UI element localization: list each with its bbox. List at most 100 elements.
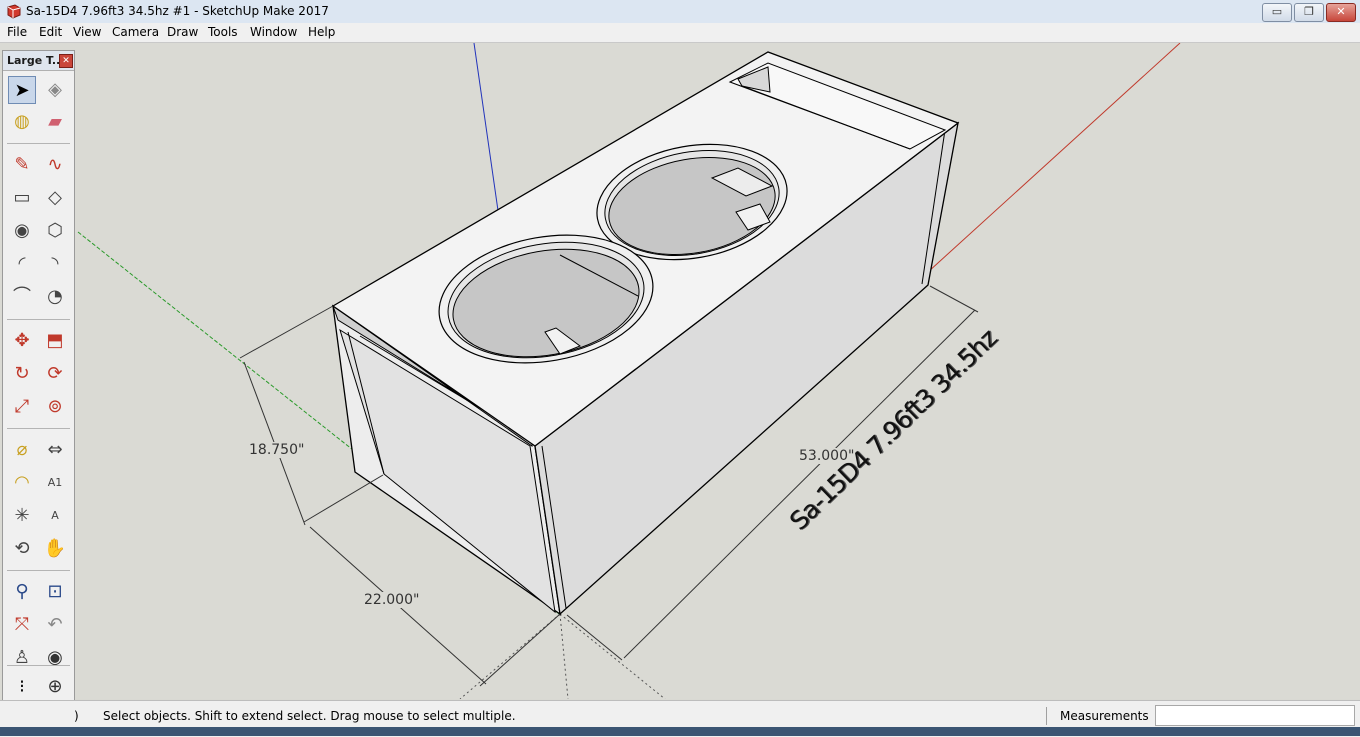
menu-file[interactable]: File [7, 25, 27, 39]
zoom-window-icon: ⊡ [47, 581, 63, 602]
protractor-icon: ◠ [14, 472, 30, 493]
menu-edit[interactable]: Edit [39, 25, 62, 39]
toolbar-title: Large T... [7, 54, 65, 67]
footprints-icon: ⁝ [19, 676, 25, 697]
toolbar-separator [7, 143, 70, 144]
push-pull-icon: ⬒ [46, 330, 64, 351]
rotated-rectangle-tool[interactable]: ◇ [41, 184, 69, 212]
section-plane-tool[interactable]: ⊕ [41, 673, 69, 701]
scale-icon: ⤢ [14, 396, 30, 417]
tape-measure-icon: ⌀ [16, 439, 28, 460]
dimension-depth-label: 22.000" [364, 592, 420, 608]
arc-tool[interactable]: ◜ [8, 250, 36, 278]
scale-tool[interactable]: ⤢ [8, 393, 36, 421]
menu-window[interactable]: Window [250, 25, 297, 39]
follow-me-icon: ⟳ [47, 363, 63, 384]
hand-icon: ✋ [43, 538, 67, 559]
toolbar-header[interactable]: Large T... ✕ [3, 51, 74, 71]
dimension-icon: ⇔ [47, 439, 63, 460]
eye-icon: ◉ [47, 647, 63, 668]
dimension-tool[interactable]: ⇔ [41, 436, 69, 464]
make-component-tool[interactable]: ◈ [41, 76, 69, 104]
text-tool[interactable]: A1 [41, 469, 69, 497]
paint-bucket-tool[interactable]: ◍ [8, 108, 36, 136]
status-divider [1046, 707, 1047, 725]
offset-tool[interactable]: ⊚ [41, 393, 69, 421]
menu-tools[interactable]: Tools [208, 25, 238, 39]
sketchup-logo-icon [7, 4, 21, 19]
push-pull-tool[interactable]: ⬒ [41, 327, 69, 355]
title-bar: Sa-15D4 7.96ft3 34.5hz #1 - SketchUp Mak… [0, 0, 1360, 24]
look-around-tool[interactable]: ◉ [41, 644, 69, 672]
pie-tool[interactable]: ◔ [41, 283, 69, 311]
red-axis-hidden [559, 613, 666, 699]
menu-help[interactable]: Help [308, 25, 335, 39]
position-camera-tool[interactable]: ♙ [8, 644, 36, 672]
zoom-extents-icon: ⤧ [14, 614, 30, 635]
move-icon: ✥ [14, 330, 30, 351]
freehand-icon: ∿ [47, 154, 63, 175]
axes-tool[interactable]: ✳ [8, 502, 36, 530]
line-tool[interactable]: ✎ [8, 151, 36, 179]
select-tool[interactable]: ➤ [8, 76, 36, 104]
position-camera-icon: ♙ [13, 647, 31, 668]
paint-bucket-icon: ◍ [14, 111, 30, 132]
3d-text-tool[interactable]: A [41, 502, 69, 530]
pie-icon: ◔ [47, 286, 63, 307]
zoom-tool[interactable]: ⚲ [8, 578, 36, 606]
polygon-tool[interactable]: ⬡ [41, 217, 69, 245]
section-plane-icon: ⊕ [47, 676, 63, 697]
zoom-window-tool[interactable]: ⊡ [41, 578, 69, 606]
rectangle-tool[interactable]: ▭ [8, 184, 36, 212]
rotated-rectangle-icon: ◇ [48, 187, 62, 208]
close-button[interactable]: ✕ [1326, 3, 1356, 22]
green-axis-hidden [459, 613, 561, 699]
protractor-tool[interactable]: ◠ [8, 469, 36, 497]
toolbar-close-button[interactable]: ✕ [59, 54, 73, 68]
taskbar-strip [0, 727, 1360, 736]
toolbar-separator [7, 665, 70, 666]
previous-view-icon: ↶ [47, 614, 63, 635]
tape-measure-tool[interactable]: ⌀ [8, 436, 36, 464]
maximize-button[interactable]: ❐ [1294, 3, 1324, 22]
freehand-tool[interactable]: ∿ [41, 151, 69, 179]
red-axis [927, 43, 1181, 273]
two-point-arc-tool[interactable]: ◝ [41, 250, 69, 278]
minimize-button[interactable]: ▭ [1262, 3, 1292, 22]
pan-tool[interactable]: ✋ [41, 535, 69, 563]
blue-axis-hidden [559, 613, 569, 699]
walk-tool[interactable]: ⁝ [8, 673, 36, 701]
rotate-tool[interactable]: ↻ [8, 360, 36, 388]
polygon-icon: ⬡ [47, 220, 63, 241]
offset-icon: ⊚ [47, 396, 63, 417]
zoom-extents-tool[interactable]: ⤧ [8, 611, 36, 639]
circle-tool[interactable]: ◉ [8, 217, 36, 245]
menu-view[interactable]: View [73, 25, 101, 39]
rotate-icon: ↻ [14, 363, 30, 384]
previous-view-tool[interactable]: ↶ [41, 611, 69, 639]
pencil-icon: ✎ [14, 154, 30, 175]
3d-text-icon: A [51, 509, 59, 522]
orbit-tool[interactable]: ⟲ [8, 535, 36, 563]
text-icon: A1 [47, 476, 63, 489]
menu-camera[interactable]: Camera [112, 25, 159, 39]
menu-draw[interactable]: Draw [167, 25, 198, 39]
toolbar-separator [7, 428, 70, 429]
model-scene [77, 43, 1181, 699]
magnifier-icon: ⚲ [15, 581, 29, 602]
move-tool[interactable]: ✥ [8, 327, 36, 355]
window-title: Sa-15D4 7.96ft3 34.5hz #1 - SketchUp Mak… [26, 4, 329, 18]
eraser-icon: ▰ [48, 111, 62, 132]
measurements-label: Measurements [1060, 709, 1149, 723]
two-point-arc-icon: ◝ [51, 253, 59, 274]
drawing-area[interactable]: 18.750" 22.000" 53.000" Sa-15D4 7.96ft3 … [0, 43, 1360, 699]
eraser-tool[interactable]: ▰ [41, 108, 69, 136]
circle-icon: ◉ [14, 220, 30, 241]
rectangle-icon: ▭ [13, 187, 31, 208]
dimension-height-label: 18.750" [249, 442, 305, 458]
component-icon: ◈ [48, 79, 62, 100]
axes-icon: ✳ [14, 505, 30, 526]
follow-me-tool[interactable]: ⟳ [41, 360, 69, 388]
three-point-arc-tool[interactable]: ⌒ [8, 283, 36, 311]
measurements-input[interactable] [1155, 705, 1355, 726]
